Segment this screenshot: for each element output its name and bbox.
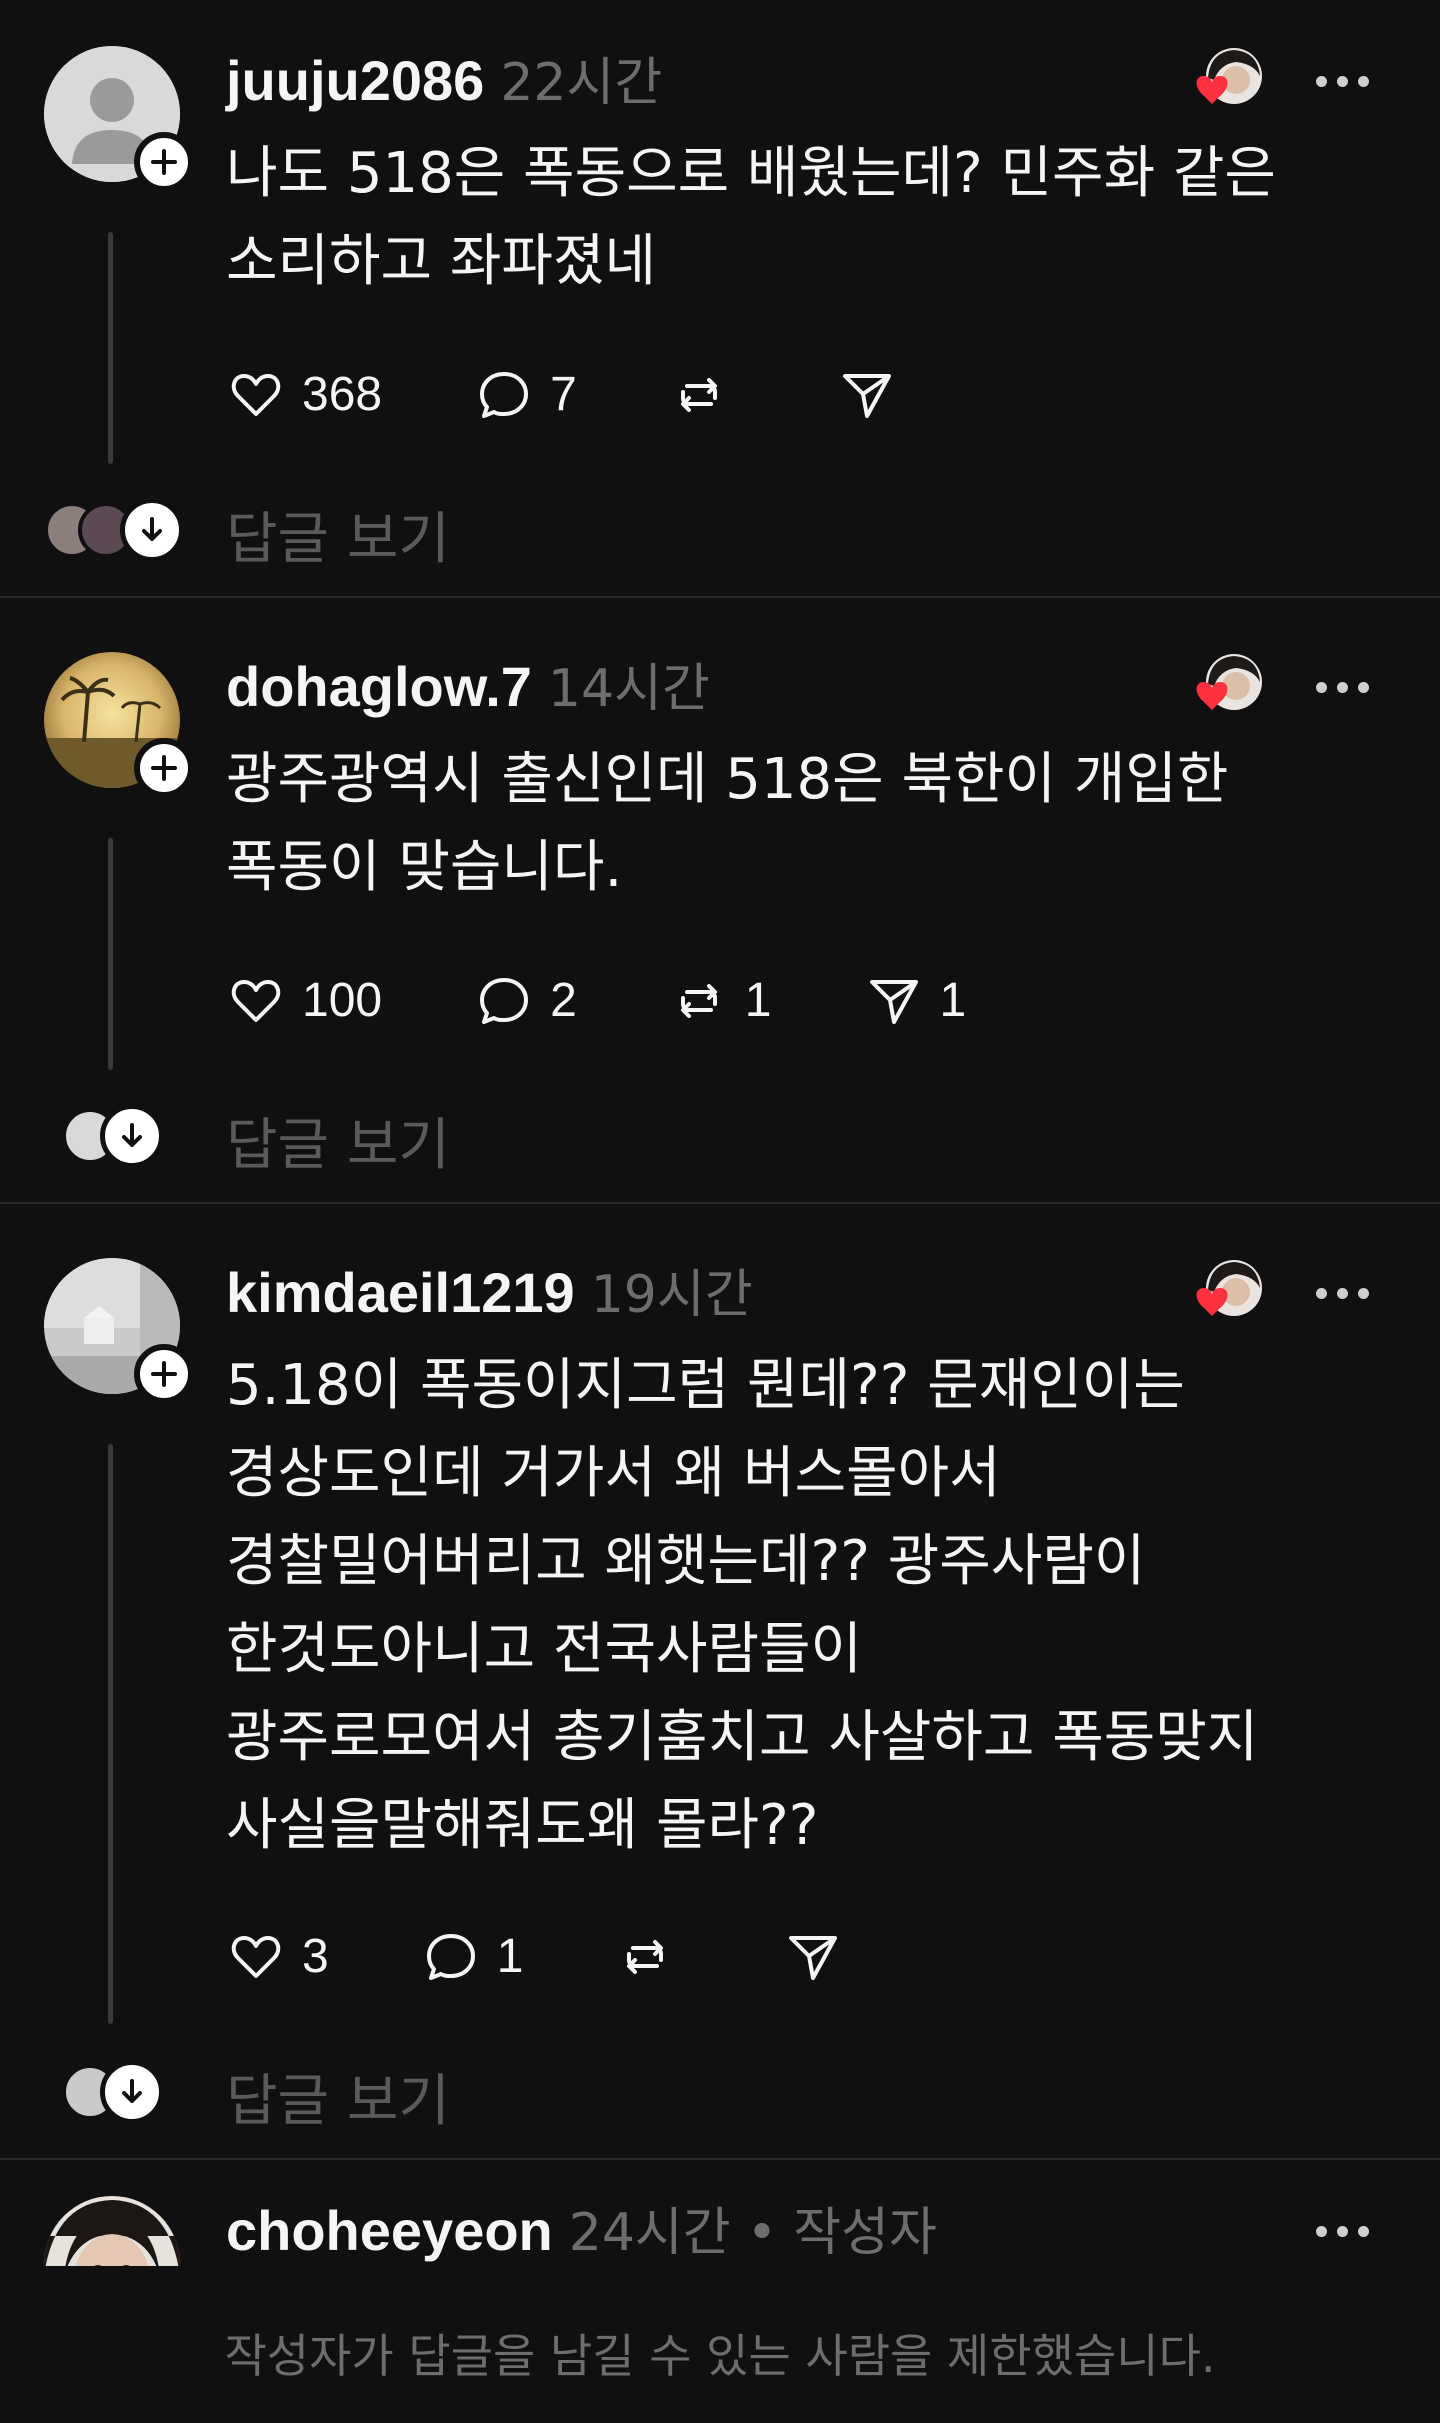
separator-dot: • [746, 2203, 778, 2263]
expand-replies-button[interactable] [120, 498, 184, 562]
post-body: 광주광역시 출신인데 518은 북한이 개입한 폭동이 맞습니다. [226, 736, 1356, 912]
post-header: choheeyeon 24시간 • 작성자 [226, 2190, 937, 2265]
share-count: 1 [939, 973, 967, 1027]
post-body: 나도 518은 폭동으로 배웠는데? 민주화 같은 소리하고 좌파졌네 [226, 130, 1356, 306]
author-tag: 작성자 [793, 2203, 937, 2263]
share-button[interactable] [783, 1926, 859, 1986]
reply-post: juuju2086 22시간 나도 518은 폭동으로 배웠는데? 민주화 같은… [0, 0, 1440, 598]
send-icon [842, 374, 891, 418]
view-replies-link[interactable]: 답글 보기 [226, 2056, 450, 2137]
comment-count: 2 [550, 973, 577, 1027]
avatar[interactable] [44, 2196, 180, 2266]
plus-icon [151, 1361, 177, 1387]
follow-plus-button[interactable] [134, 1344, 194, 1404]
thread-line [108, 838, 113, 1070]
reply-post: dohaglow.7 14시간 광주광역시 출신인데 518은 북한이 개입한 … [0, 606, 1440, 1202]
timestamp: 14시간 [547, 659, 710, 719]
thread-line [108, 232, 113, 464]
divider [0, 1202, 1440, 1204]
timestamp: 19시간 [590, 1265, 753, 1325]
post-header: juuju2086 22시간 [226, 40, 662, 115]
expand-replies-button[interactable] [100, 1104, 164, 1168]
post-line: 폭동이 맞습니다. [226, 835, 623, 900]
author-liked-heart-icon [1196, 1260, 1262, 1316]
post-actions: 368 7 [226, 364, 1005, 424]
timestamp: 24시간 [568, 2203, 731, 2263]
like-button[interactable]: 3 [226, 1926, 329, 1986]
username[interactable]: kimdaeil1219 [226, 1260, 575, 1325]
author-liked-heart-icon [1196, 654, 1262, 710]
post-line: 경상도인데 거가서 왜 버스몰아서 [226, 1441, 1001, 1506]
reply-restriction-notice: 작성자가 답글을 남길 수 있는 사람을 제한했습니다. [224, 2329, 1216, 2383]
heart-icon [231, 1936, 281, 1978]
post-line: 나도 518은 폭동으로 배웠는데? 민주화 같은 [226, 141, 1276, 206]
share-button[interactable] [837, 364, 913, 424]
like-count: 100 [302, 973, 383, 1027]
reply-avatars[interactable] [44, 2060, 214, 2124]
avatar-image [44, 2196, 180, 2266]
more-options-icon[interactable] [1316, 66, 1380, 96]
timestamp: 22시간 [500, 53, 663, 113]
post-line: 광주광역시 출신인데 518은 북한이 개입한 [226, 747, 1229, 812]
share-button[interactable]: 1 [864, 970, 967, 1030]
post-line: 사실을말해줘도왜 몰라?? [226, 1793, 819, 1858]
arrow-down-icon [122, 1123, 142, 1147]
post-line: 한것도아니고 전국사람들이 [226, 1617, 863, 1682]
repost-button[interactable] [669, 364, 745, 424]
post-line: 5.18이 폭동이지그럼 뭔데?? 문재인이는 [226, 1353, 1185, 1418]
thread-line [108, 1444, 113, 2024]
send-icon [789, 1936, 838, 1980]
post-line: 소리하고 좌파졌네 [226, 229, 656, 294]
plus-icon [151, 755, 177, 781]
arrow-down-icon [122, 2079, 142, 2103]
author-liked-heart-icon [1196, 48, 1262, 104]
comment-button[interactable]: 1 [421, 1926, 524, 1986]
reply-avatars[interactable] [44, 498, 214, 562]
username[interactable]: dohaglow.7 [226, 654, 532, 719]
comment-button[interactable]: 7 [474, 364, 577, 424]
post-header: kimdaeil1219 19시간 [226, 1252, 753, 1327]
reply-avatars[interactable] [44, 1104, 214, 1168]
heart-icon [231, 374, 281, 416]
comment-bubble-icon [480, 372, 529, 418]
comment-button[interactable]: 2 [474, 970, 577, 1030]
heart-icon [231, 980, 281, 1022]
expand-replies-button[interactable] [100, 2060, 164, 2124]
follow-plus-button[interactable] [134, 132, 194, 192]
username[interactable]: juuju2086 [226, 48, 484, 113]
comment-bubble-icon [480, 978, 529, 1024]
like-button[interactable]: 368 [226, 364, 382, 424]
follow-plus-button[interactable] [134, 738, 194, 798]
plus-icon [151, 149, 177, 175]
repost-button[interactable]: 1 [669, 970, 772, 1030]
like-button[interactable]: 100 [226, 970, 382, 1030]
more-options-icon[interactable] [1316, 1278, 1380, 1308]
repost-count: 1 [744, 973, 772, 1027]
arrow-down-icon [142, 517, 162, 541]
repost-button[interactable] [615, 1926, 691, 1986]
post-actions: 3 1 [226, 1926, 951, 1986]
like-count: 368 [302, 367, 383, 421]
more-options-icon[interactable] [1316, 672, 1380, 702]
divider [0, 596, 1440, 598]
post-line: 경찰밀어버리고 왜햇는데?? 광주사람이 [226, 1529, 1146, 1594]
comment-count: 1 [496, 1929, 524, 1983]
repost-icon [680, 378, 717, 412]
post-header: dohaglow.7 14시간 [226, 646, 710, 721]
reply-post: kimdaeil1219 19시간 5.18이 폭동이지그럼 뭔데?? 문재인이… [0, 1212, 1440, 2156]
send-icon [869, 980, 918, 1024]
repost-icon [627, 1940, 664, 1974]
post-actions: 100 2 1 1 [226, 970, 1058, 1030]
post-body: 5.18이 폭동이지그럼 뭔데?? 문재인이는 경상도인데 거가서 왜 버스몰아… [226, 1342, 1356, 1870]
view-replies-link[interactable]: 답글 보기 [226, 1100, 450, 1181]
more-options-icon[interactable] [1316, 2216, 1380, 2246]
username[interactable]: choheeyeon [226, 2198, 553, 2263]
view-replies-link[interactable]: 답글 보기 [226, 494, 450, 575]
post-line: 광주로모여서 총기훔치고 사살하고 폭동맞지 [226, 1705, 1259, 1770]
comment-bubble-icon [426, 1934, 475, 1980]
like-count: 3 [302, 1929, 329, 1983]
repost-icon [680, 984, 717, 1018]
comment-count: 7 [550, 367, 577, 421]
author-reply-post: choheeyeon 24시간 • 작성자 작성자가 답글을 남길 수 있는 사… [0, 2160, 1440, 2423]
